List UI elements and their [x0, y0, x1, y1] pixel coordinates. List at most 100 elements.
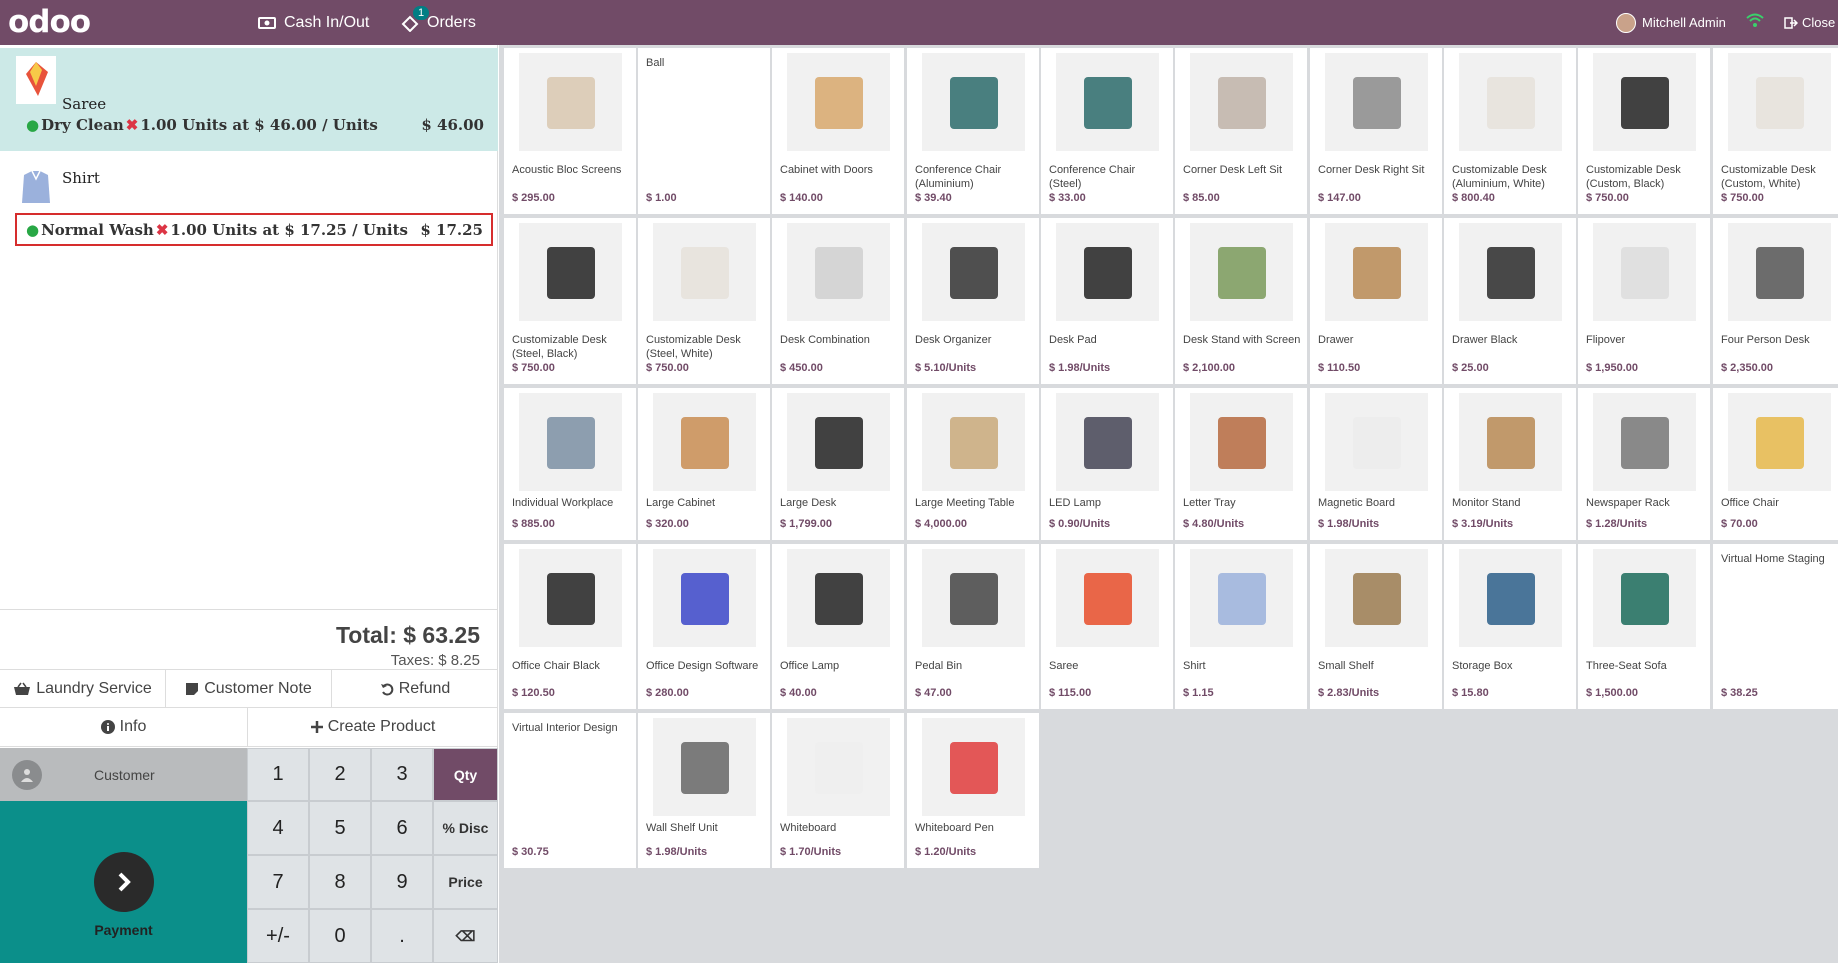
payment-button[interactable]: Payment — [0, 801, 247, 963]
product-card[interactable]: Monitor Stand $ 3.19/Units — [1444, 388, 1576, 540]
orders-count-badge: 1 — [413, 6, 430, 20]
product-image — [1325, 549, 1428, 647]
product-card[interactable]: Office Chair Black $ 120.50 — [504, 544, 636, 709]
numpad-key[interactable]: 1 — [247, 748, 309, 801]
product-card[interactable]: Large Desk $ 1,799.00 — [772, 388, 904, 540]
product-card[interactable]: Whiteboard $ 1.70/Units — [772, 713, 904, 868]
product-image — [653, 223, 756, 321]
product-card[interactable]: Newspaper Rack $ 1.28/Units — [1578, 388, 1710, 540]
product-card[interactable]: Letter Tray $ 4.80/Units — [1175, 388, 1307, 540]
product-card[interactable]: Ball $ 1.00 — [638, 48, 770, 214]
numpad-key[interactable]: 5 — [309, 801, 371, 855]
product-card[interactable]: Customizable Desk (Steel, White) $ 750.00 — [638, 218, 770, 384]
product-price: $ 1.70/Units — [780, 846, 842, 858]
product-card[interactable]: Customizable Desk (Steel, Black) $ 750.00 — [504, 218, 636, 384]
numpad-mode-button[interactable]: Price — [433, 855, 498, 909]
product-card[interactable]: Office Design Software $ 280.00 — [638, 544, 770, 709]
product-card[interactable]: Four Person Desk $ 2,350.00 — [1713, 218, 1838, 384]
product-card[interactable]: Large Cabinet $ 320.00 — [638, 388, 770, 540]
product-price: $ 1.28/Units — [1586, 518, 1648, 530]
numpad-mode-button[interactable]: Qty — [433, 748, 498, 801]
product-card[interactable]: Pedal Bin $ 47.00 — [907, 544, 1039, 709]
laundry-service-button[interactable]: Laundry Service — [0, 670, 166, 708]
cash-in-out-button[interactable]: Cash In/Out — [258, 0, 369, 45]
product-name: Customizable Desk (Steel, Black) — [512, 334, 607, 360]
product-name: Wall Shelf Unit — [646, 822, 718, 834]
product-image — [1593, 393, 1696, 491]
product-card[interactable]: Acoustic Bloc Screens $ 295.00 — [504, 48, 636, 214]
product-name: Customizable Desk (Aluminium, White) — [1452, 164, 1547, 190]
product-card[interactable]: Desk Pad $ 1.98/Units — [1041, 218, 1173, 384]
product-card[interactable]: Desk Combination $ 450.00 — [772, 218, 904, 384]
product-name: Flipover — [1586, 334, 1626, 346]
product-name: Small Shelf — [1318, 660, 1374, 672]
user-menu[interactable]: Mitchell Admin — [1616, 0, 1726, 45]
product-card[interactable]: Desk Stand with Screen $ 2,100.00 — [1175, 218, 1307, 384]
product-card[interactable]: Drawer Black $ 25.00 — [1444, 218, 1576, 384]
product-image — [922, 718, 1025, 816]
product-price: $ 47.00 — [915, 687, 952, 699]
product-name: Customizable Desk (Custom, Black) — [1586, 164, 1681, 190]
product-card[interactable]: Shirt $ 1.15 — [1175, 544, 1307, 709]
numpad-key[interactable]: 3 — [371, 748, 433, 801]
numpad-key[interactable]: 0 — [309, 909, 371, 963]
product-card[interactable]: Virtual Interior Design $ 30.75 — [504, 713, 636, 868]
numpad-key[interactable]: 4 — [247, 801, 309, 855]
numpad-key[interactable]: 6 — [371, 801, 433, 855]
product-card[interactable]: Conference Chair (Steel) $ 33.00 — [1041, 48, 1173, 214]
product-image — [1190, 53, 1293, 151]
plus-icon — [310, 721, 323, 733]
numpad-key[interactable]: . — [371, 909, 433, 963]
product-card[interactable]: Storage Box $ 15.80 — [1444, 544, 1576, 709]
product-image — [519, 393, 622, 491]
product-card[interactable]: Customizable Desk (Custom, Black) $ 750.0… — [1578, 48, 1710, 214]
product-card[interactable]: LED Lamp $ 0.90/Units — [1041, 388, 1173, 540]
product-price: $ 140.00 — [780, 192, 823, 204]
orderline-price: $ 17.25 — [420, 221, 483, 239]
product-grid: Acoustic Bloc Screens $ 295.00 Ball $ 1.00 C… — [499, 45, 1838, 963]
numpad-mode-button[interactable]: ⌫ — [433, 909, 498, 963]
numpad-key[interactable]: 7 — [247, 855, 309, 909]
numpad-key[interactable]: 2 — [309, 748, 371, 801]
refund-label: Refund — [398, 680, 451, 697]
create-product-button[interactable]: Create Product — [248, 708, 498, 746]
product-card[interactable]: Customizable Desk (Aluminium, White) $ 80… — [1444, 48, 1576, 214]
close-button[interactable]: Close — [1784, 0, 1835, 45]
product-card[interactable]: Three-Seat Sofa $ 1,500.00 — [1578, 544, 1710, 709]
orders-button[interactable]: 1 Orders — [401, 0, 476, 45]
product-card[interactable]: Large Meeting Table $ 4,000.00 — [907, 388, 1039, 540]
product-card[interactable]: Wall Shelf Unit $ 1.98/Units — [638, 713, 770, 868]
numpad-key[interactable]: 9 — [371, 855, 433, 909]
product-card[interactable]: Cabinet with Doors $ 140.00 — [772, 48, 904, 214]
product-card[interactable]: Flipover $ 1,950.00 — [1578, 218, 1710, 384]
info-button[interactable]: Info — [0, 708, 248, 746]
product-card[interactable]: Corner Desk Left Sit $ 85.00 — [1175, 48, 1307, 214]
product-card[interactable]: Desk Organizer $ 5.10/Units — [907, 218, 1039, 384]
orderline-selected[interactable]: Saree ● Dry Clean ✖ 1.00 Units at $ 46.0… — [0, 48, 498, 151]
product-card[interactable]: Magnetic Board $ 1.98/Units — [1310, 388, 1442, 540]
product-name: Whiteboard — [780, 822, 837, 834]
product-card[interactable]: Conference Chair (Aluminium) $ 39.40 — [907, 48, 1039, 214]
product-card[interactable]: Small Shelf $ 2.83/Units — [1310, 544, 1442, 709]
numpad-key[interactable]: +/- — [247, 909, 309, 963]
refund-button[interactable]: Refund — [332, 670, 498, 708]
product-image — [1728, 53, 1831, 151]
product-card[interactable]: Corner Desk Right Sit $ 147.00 — [1310, 48, 1442, 214]
remove-icon[interactable]: ✖ — [156, 221, 169, 239]
product-card[interactable]: Office Lamp $ 40.00 — [772, 544, 904, 709]
product-card[interactable]: Customizable Desk (Custom, White) $ 750.0… — [1713, 48, 1838, 214]
numpad-mode-button[interactable]: % Disc — [433, 801, 498, 855]
customer-note-button[interactable]: Customer Note — [166, 670, 332, 708]
product-card[interactable]: Individual Workplace $ 885.00 — [504, 388, 636, 540]
product-card[interactable]: Office Chair $ 70.00 — [1713, 388, 1838, 540]
product-price: $ 1,950.00 — [1586, 362, 1638, 374]
product-card[interactable]: Saree $ 115.00 — [1041, 544, 1173, 709]
numpad-key[interactable]: 8 — [309, 855, 371, 909]
person-icon: ● — [26, 116, 40, 134]
remove-icon[interactable]: ✖ — [126, 116, 139, 134]
customer-button[interactable]: Customer — [0, 748, 247, 801]
product-card[interactable]: Virtual Home Staging $ 38.25 — [1713, 544, 1838, 709]
product-card[interactable]: Whiteboard Pen $ 1.20/Units — [907, 713, 1039, 868]
product-name: Drawer — [1318, 334, 1354, 346]
product-card[interactable]: Drawer $ 110.50 — [1310, 218, 1442, 384]
